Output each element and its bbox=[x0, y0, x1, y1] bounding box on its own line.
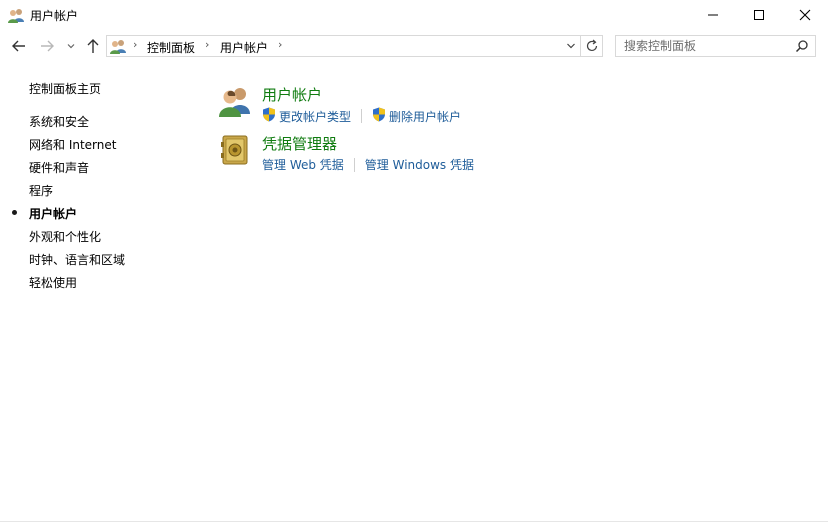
sidebar-item-appearance[interactable]: 外观和个性化 bbox=[29, 228, 101, 245]
sidebar-item-clock-language-region[interactable]: 时钟、语言和区域 bbox=[29, 251, 125, 268]
close-icon bbox=[799, 9, 811, 21]
chevron-right-icon[interactable]: › bbox=[133, 38, 137, 51]
task-links: 管理 Web 凭据 管理 Windows 凭据 bbox=[262, 156, 474, 173]
sidebar-item-ease-of-access[interactable]: 轻松使用 bbox=[29, 274, 77, 291]
change-account-type-link[interactable]: 更改帐户类型 bbox=[262, 107, 351, 125]
address-bar[interactable]: › 控制面板 › 用户帐户 › bbox=[106, 35, 581, 57]
minimize-button[interactable] bbox=[690, 0, 736, 30]
category-title-user-accounts[interactable]: 用户帐户 bbox=[262, 84, 322, 105]
sidebar-item-system-security[interactable]: 系统和安全 bbox=[29, 113, 89, 130]
link-divider bbox=[361, 109, 363, 123]
recent-locations-button[interactable] bbox=[64, 35, 78, 57]
users-icon bbox=[8, 7, 24, 23]
back-button[interactable] bbox=[8, 35, 30, 57]
search-input[interactable] bbox=[616, 36, 792, 56]
minimize-icon bbox=[708, 14, 718, 16]
uac-shield-icon bbox=[372, 107, 386, 125]
maximize-icon bbox=[754, 10, 764, 20]
delete-user-account-link[interactable]: 删除用户帐户 bbox=[372, 107, 461, 125]
chevron-down-icon bbox=[567, 43, 575, 49]
search-box[interactable] bbox=[615, 35, 816, 57]
change-account-type-label: 更改帐户类型 bbox=[279, 109, 352, 124]
title-bar: 用户帐户 bbox=[0, 0, 828, 30]
users-icon bbox=[110, 38, 126, 54]
sidebar-item-user-accounts[interactable]: 用户帐户 bbox=[29, 205, 77, 222]
refresh-icon bbox=[586, 39, 597, 52]
sidebar-item-control-panel-home[interactable]: 控制面板主页 bbox=[29, 80, 101, 97]
window-title: 用户帐户 bbox=[30, 9, 79, 23]
current-section-bullet bbox=[12, 210, 17, 215]
address-dropdown-button[interactable] bbox=[566, 40, 576, 54]
search-icon[interactable] bbox=[795, 39, 809, 56]
delete-user-account-label: 删除用户帐户 bbox=[389, 109, 462, 124]
uac-shield-icon bbox=[262, 107, 276, 125]
refresh-button[interactable] bbox=[581, 35, 603, 57]
sidebar-item-hardware-sound[interactable]: 硬件和声音 bbox=[29, 159, 89, 176]
manage-web-credentials-link[interactable]: 管理 Web 凭据 bbox=[262, 156, 344, 173]
arrow-left-icon bbox=[12, 40, 25, 52]
users-icon[interactable] bbox=[218, 84, 252, 118]
chevron-right-icon[interactable]: › bbox=[278, 38, 282, 51]
chevron-right-icon[interactable]: › bbox=[205, 38, 209, 51]
navigation-bar: › 控制面板 › 用户帐户 › bbox=[0, 30, 828, 64]
chevron-down-icon bbox=[67, 44, 75, 49]
category-title-credential-manager[interactable]: 凭据管理器 bbox=[262, 133, 337, 154]
sidebar-item-programs[interactable]: 程序 bbox=[29, 182, 53, 199]
task-links: 更改帐户类型 删除用户帐户 bbox=[262, 107, 461, 125]
arrow-right-icon bbox=[41, 40, 54, 52]
close-button[interactable] bbox=[782, 0, 828, 30]
up-button[interactable] bbox=[82, 35, 104, 57]
link-divider bbox=[353, 157, 355, 172]
forward-button[interactable] bbox=[36, 35, 58, 57]
breadcrumb-user-accounts[interactable]: 用户帐户 bbox=[220, 39, 268, 56]
breadcrumb-control-panel[interactable]: 控制面板 bbox=[147, 39, 195, 56]
sidebar-item-network-internet[interactable]: 网络和 Internet bbox=[29, 136, 116, 153]
maximize-button[interactable] bbox=[736, 0, 782, 30]
sidebar: 控制面板主页 系统和安全 网络和 Internet 硬件和声音 程序 用户帐户 … bbox=[0, 64, 200, 522]
manage-windows-credentials-link[interactable]: 管理 Windows 凭据 bbox=[365, 156, 474, 173]
credential-vault-icon[interactable] bbox=[218, 133, 252, 167]
arrow-up-icon bbox=[87, 39, 99, 53]
